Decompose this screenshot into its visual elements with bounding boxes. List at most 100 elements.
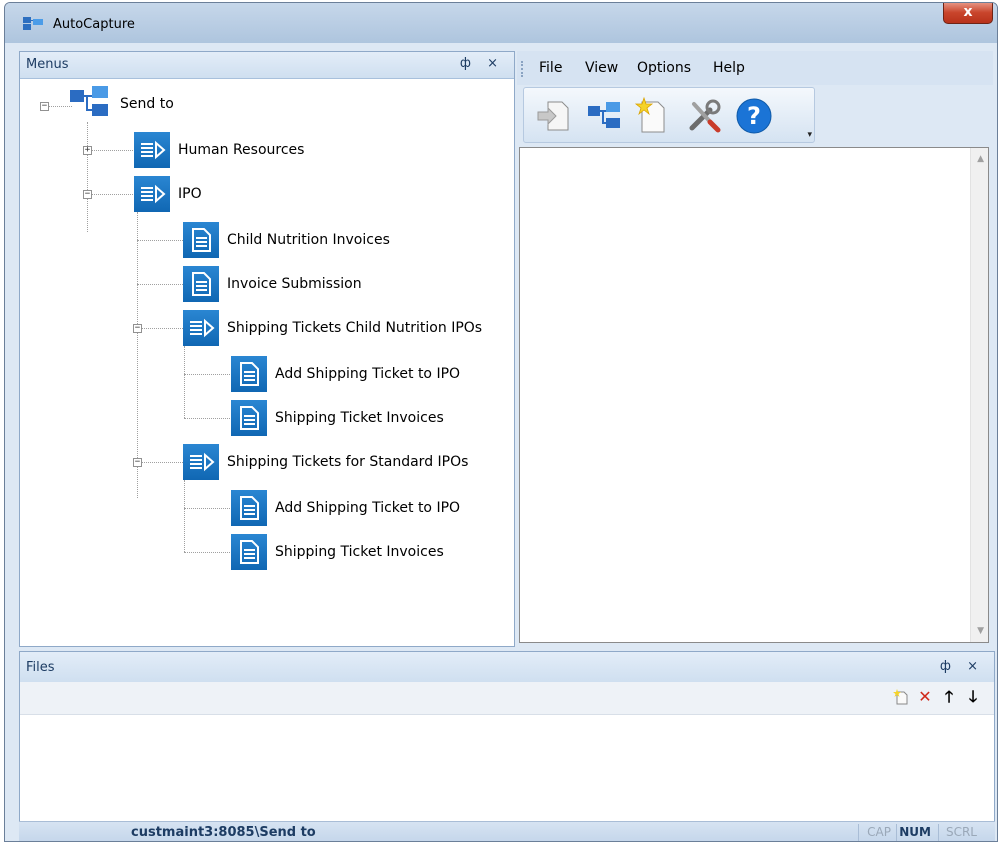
toolbar-overflow-icon[interactable]: ▾ (807, 130, 812, 140)
collapse-icon[interactable]: − (83, 190, 92, 199)
tree-node-add-shipping-ticket[interactable]: Add Shipping Ticket to IPO (231, 490, 460, 526)
menu-file[interactable]: File (539, 60, 562, 76)
content-area[interactable]: ▲ ▼ (519, 147, 989, 643)
title-bar[interactable]: AutoCapture x (5, 3, 997, 43)
status-separator (938, 824, 939, 841)
tree-connector (184, 374, 230, 375)
tree-node-label: Shipping Tickets for Standard IPOs (227, 454, 469, 470)
main-toolbar: ? ▾ (523, 87, 815, 143)
tree-node-invoice-submission[interactable]: Invoice Submission (183, 266, 362, 302)
menu-bar: File View Options Help (517, 51, 993, 85)
status-separator (858, 824, 859, 841)
status-scrl: SCRL (945, 825, 977, 839)
window-title: AutoCapture (53, 17, 135, 32)
delete-icon[interactable]: ✕ (916, 688, 934, 706)
tree-connector (137, 328, 183, 329)
tree-node-shipping-ticket-invoices[interactable]: Shipping Ticket Invoices (231, 400, 444, 436)
document-icon (183, 222, 219, 258)
main-area: File View Options Help ? ▾ ▲ ▼ (517, 51, 993, 647)
collapse-icon[interactable]: − (133, 458, 142, 467)
tree-root-send-to[interactable]: Send to (68, 86, 174, 122)
status-num: NUM (899, 825, 931, 839)
tree-node-label: IPO (178, 186, 202, 202)
move-down-icon[interactable]: 🡓 (964, 688, 982, 706)
tree-node-label: Add Shipping Ticket to IPO (275, 366, 461, 382)
status-separator (896, 824, 897, 841)
menu-tree: − + − − − Send to Human Resources IPO Ch… (20, 78, 514, 646)
hierarchy-icon (70, 86, 108, 116)
app-window: AutoCapture x Menus ф × − + − − − Send t… (4, 2, 998, 842)
files-toolbar: ✕ 🡑 🡓 (20, 682, 994, 715)
tree-connector (184, 346, 185, 418)
vertical-scrollbar[interactable]: ▲ ▼ (970, 148, 988, 642)
tree-node-label: Child Nutrition Invoices (227, 232, 390, 248)
tree-node-ipo[interactable]: IPO (134, 176, 202, 212)
document-icon (231, 534, 267, 570)
tree-node-label: Invoice Submission (227, 276, 362, 292)
scroll-up-icon[interactable]: ▲ (977, 154, 984, 164)
svg-text:?: ? (747, 102, 761, 130)
document-icon (231, 400, 267, 436)
close-icon: x (963, 4, 973, 20)
tree-node-label: Shipping Ticket Invoices (275, 544, 444, 560)
collapse-icon[interactable]: − (40, 102, 49, 111)
document-icon (231, 356, 267, 392)
document-icon (231, 490, 267, 526)
collapse-icon[interactable]: − (133, 324, 142, 333)
tree-node-label: Shipping Tickets Child Nutrition IPOs (227, 320, 483, 336)
tree-connector (184, 508, 230, 509)
close-icon[interactable]: × (487, 56, 504, 71)
tree-connector (87, 122, 88, 232)
status-bar: custmaint3:8085\Send to CAP NUM SCRL (19, 821, 995, 841)
tree-node-child-nutrition-invoices[interactable]: Child Nutrition Invoices (183, 222, 390, 258)
tree-connector (137, 212, 138, 498)
document-icon (183, 266, 219, 302)
menu-options[interactable]: Options (637, 60, 691, 76)
tree-node-human-resources[interactable]: Human Resources (134, 132, 304, 168)
expand-icon[interactable]: + (83, 146, 92, 155)
tree-node-shipping-tickets-standard[interactable]: Shipping Tickets for Standard IPOs (183, 444, 468, 480)
files-panel: Files ф × ✕ 🡑 🡓 (19, 651, 995, 823)
new-file-icon[interactable] (892, 688, 910, 706)
close-icon[interactable]: × (967, 659, 984, 674)
tree-connector (137, 462, 183, 463)
status-path: custmaint3:8085\Send to (131, 825, 316, 840)
pin-icon[interactable]: ф (460, 56, 477, 71)
window-close-button[interactable]: x (943, 3, 993, 24)
files-panel-title: Files (26, 660, 55, 675)
tree-connector (137, 240, 183, 241)
tree-node-add-shipping-ticket[interactable]: Add Shipping Ticket to IPO (231, 356, 460, 392)
tree-node-shipping-tickets-child-nutrition[interactable]: Shipping Tickets Child Nutrition IPOs (183, 310, 482, 346)
send-document-icon[interactable] (534, 96, 574, 136)
status-cap: CAP (867, 825, 891, 839)
pin-icon[interactable]: ф (940, 659, 957, 674)
tree-connector (184, 480, 185, 552)
tree-connector (184, 418, 230, 419)
tree-node-shipping-ticket-invoices[interactable]: Shipping Ticket Invoices (231, 534, 444, 570)
menu-list-icon (134, 132, 170, 168)
hierarchy-icon[interactable] (584, 96, 624, 136)
tree-connector (87, 150, 133, 151)
help-icon[interactable]: ? (734, 96, 774, 136)
menu-list-icon (183, 310, 219, 346)
move-up-icon[interactable]: 🡑 (940, 688, 958, 706)
menu-help[interactable]: Help (713, 60, 745, 76)
app-icon (23, 17, 43, 30)
new-document-icon[interactable] (632, 96, 672, 136)
tree-connector (184, 552, 230, 553)
menus-panel-title: Menus (26, 57, 69, 72)
tree-connector (87, 194, 133, 195)
menu-view[interactable]: View (585, 60, 618, 76)
tree-node-label: Send to (120, 96, 174, 112)
tools-icon[interactable] (684, 96, 724, 136)
tree-connector (137, 284, 183, 285)
menu-list-icon (134, 176, 170, 212)
tree-node-label: Human Resources (178, 142, 305, 158)
tree-node-label: Shipping Ticket Invoices (275, 410, 444, 426)
menubar-grip[interactable] (521, 61, 525, 77)
menus-panel: Menus ф × − + − − − Send to Human Resour… (19, 51, 515, 647)
scroll-down-icon[interactable]: ▼ (977, 626, 984, 636)
files-panel-header: Files ф × (20, 652, 994, 683)
menus-panel-header: Menus ф × (20, 52, 514, 79)
tree-node-label: Add Shipping Ticket to IPO (275, 500, 461, 516)
